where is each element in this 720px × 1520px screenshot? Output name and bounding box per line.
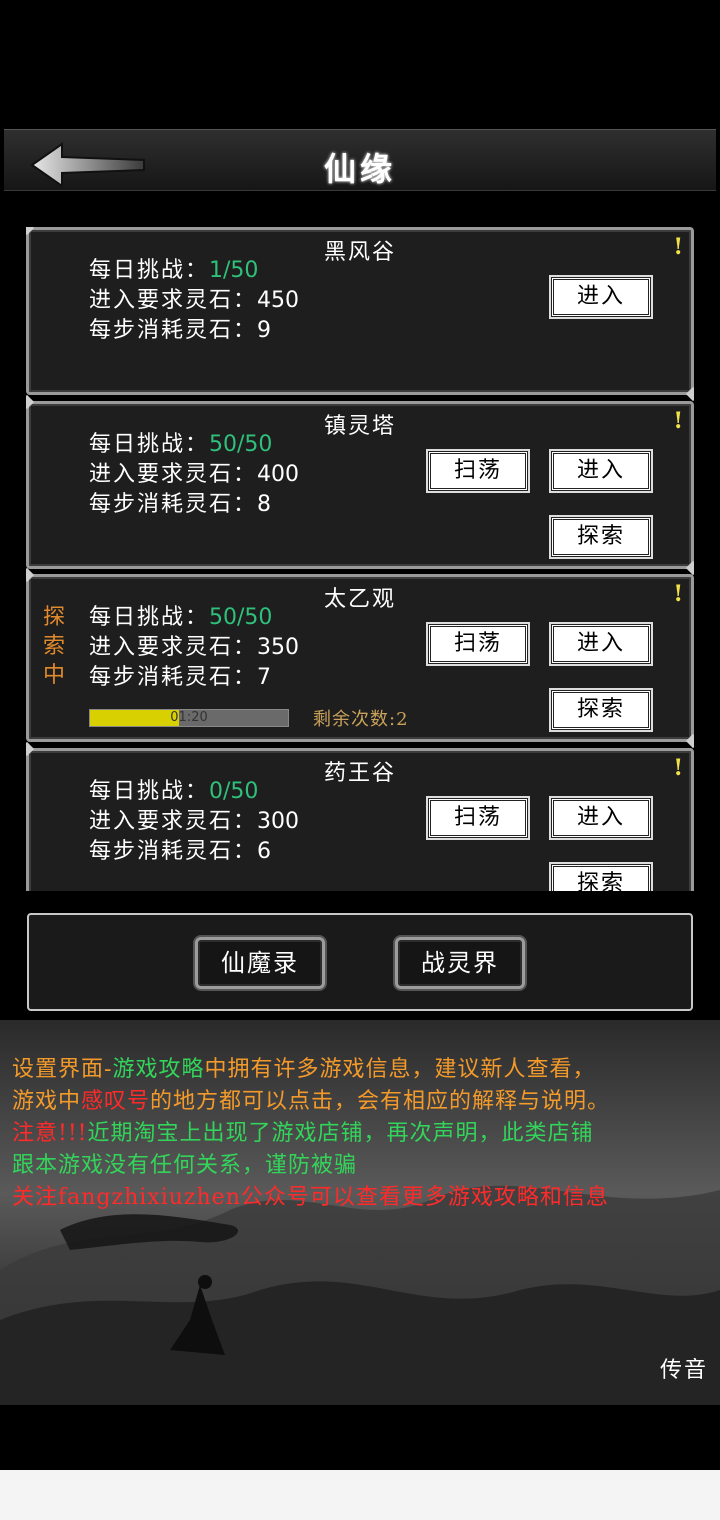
ink-landscape-background: 设置界面-游戏攻略中拥有许多游戏信息，建议新人查看， 游戏中感叹号的地方都可以点… [0,1020,720,1405]
dungeon-info: 每日挑战：50/50 进入要求灵石：350 每步消耗灵石：7 [89,603,299,693]
notice-line5: 关注fangzhixiuzhen公众号可以查看更多游戏攻略和信息 [12,1185,609,1210]
remaining-count: 剩余次数:2 [313,709,409,730]
dungeon-info: 每日挑战：1/50 进入要求灵石：450 每步消耗灵石：9 [89,256,299,346]
enter-button[interactable]: 进入 [549,622,653,666]
exclamation-icon[interactable]: ! [673,234,683,260]
req-value: 350 [257,635,300,660]
xianmolu-button[interactable]: 仙魔录 [195,937,325,989]
cost-value: 9 [257,318,272,343]
sweep-button[interactable]: 扫荡 [426,622,530,666]
cost-value: 7 [257,665,272,690]
notice-line1-a: 设置界面- [12,1057,113,1082]
explore-button[interactable]: 探索 [549,515,653,559]
progress-timer: 01:20 [170,710,208,725]
exclamation-icon[interactable]: ! [673,408,683,434]
req-value: 450 [257,288,300,313]
xianyuan-panel: 仙缘 黑风谷 ! 每日挑战：1/50 进入要求灵石：450 每步消耗灵石：9 进… [0,125,720,1025]
dungeon-card-heifenggu: 黑风谷 ! 每日挑战：1/50 进入要求灵石：450 每步消耗灵石：9 进入 [26,227,694,395]
notice-line2-c: 的地方都可以点击，会有相应的解释与说明。 [150,1089,611,1114]
cost-label: 每步消耗灵石： [89,318,258,343]
enter-button[interactable]: 进入 [549,796,653,840]
notice-line1-c: 中拥有许多游戏信息，建议新人查看， [204,1057,596,1082]
daily-value: 50/50 [209,605,273,630]
dungeon-card-yaowanggu: 药王谷 ! 每日挑战：0/50 进入要求灵石：300 每步消耗灵石：6 扫荡 进… [26,748,694,891]
req-value: 300 [257,809,300,834]
req-label: 进入要求灵石： [89,635,258,660]
daily-value: 50/50 [209,432,273,457]
explore-button[interactable]: 探索 [549,862,653,891]
bottom-button-box: 仙魔录 战灵界 [27,913,693,1011]
notice-line3-b: 近期淘宝上出现了游戏店铺，再次声明，此类店铺 [87,1121,594,1146]
dungeon-card-zhenlingta: 镇灵塔 ! 每日挑战：50/50 进入要求灵石：400 每步消耗灵石：8 扫荡 … [26,401,694,569]
explore-button[interactable]: 探索 [549,688,653,732]
header-bar: 仙缘 [4,129,716,191]
broadcast-button[interactable]: 传音 [660,1352,708,1384]
exclamation-icon[interactable]: ! [673,755,683,781]
system-nav-strip [0,1470,720,1520]
announcement-text: 设置界面-游戏攻略中拥有许多游戏信息，建议新人查看， 游戏中感叹号的地方都可以点… [12,1054,712,1214]
page-title: 仙缘 [323,150,396,188]
daily-label: 每日挑战： [89,258,210,283]
req-value: 400 [257,462,300,487]
sweep-button[interactable]: 扫荡 [426,796,530,840]
notice-line1-guide: 游戏攻略 [112,1057,205,1082]
daily-label: 每日挑战： [89,779,210,804]
req-label: 进入要求灵石： [89,288,258,313]
dungeon-card-taiyiguan: 太乙观 ! 探索中 每日挑战：50/50 进入要求灵石：350 每步消耗灵石：7… [26,574,694,742]
daily-label: 每日挑战： [89,605,210,630]
enter-button[interactable]: 进入 [549,275,653,319]
daily-value: 0/50 [209,779,259,804]
req-label: 进入要求灵石： [89,809,258,834]
dungeon-info: 每日挑战：50/50 进入要求灵石：400 每步消耗灵石：8 [89,430,299,520]
exploring-status: 探索中 [43,605,66,688]
cost-label: 每步消耗灵石： [89,665,258,690]
dungeon-list[interactable]: 黑风谷 ! 每日挑战：1/50 进入要求灵石：450 每步消耗灵石：9 进入 镇… [26,227,694,891]
cost-value: 6 [257,839,272,864]
sweep-button[interactable]: 扫荡 [426,449,530,493]
req-label: 进入要求灵石： [89,462,258,487]
notice-line3-attention: 注意!!! [12,1121,88,1146]
daily-value: 1/50 [209,258,259,283]
cost-label: 每步消耗灵石： [89,492,258,517]
notice-line2-a: 游戏中 [12,1089,82,1114]
explore-progress-bar: 01:20 [89,709,289,727]
enter-button[interactable]: 进入 [549,449,653,493]
daily-label: 每日挑战： [89,432,210,457]
cost-value: 8 [257,492,272,517]
zhanlingjie-button[interactable]: 战灵界 [395,937,525,989]
exclamation-icon[interactable]: ! [673,581,683,607]
cost-label: 每步消耗灵石： [89,839,258,864]
notice-line4: 跟本游戏没有任何关系，谨防被骗 [12,1153,358,1178]
notice-line2-exclaim: 感叹号 [81,1089,151,1114]
dungeon-info: 每日挑战：0/50 进入要求灵石：300 每步消耗灵石：6 [89,777,299,867]
